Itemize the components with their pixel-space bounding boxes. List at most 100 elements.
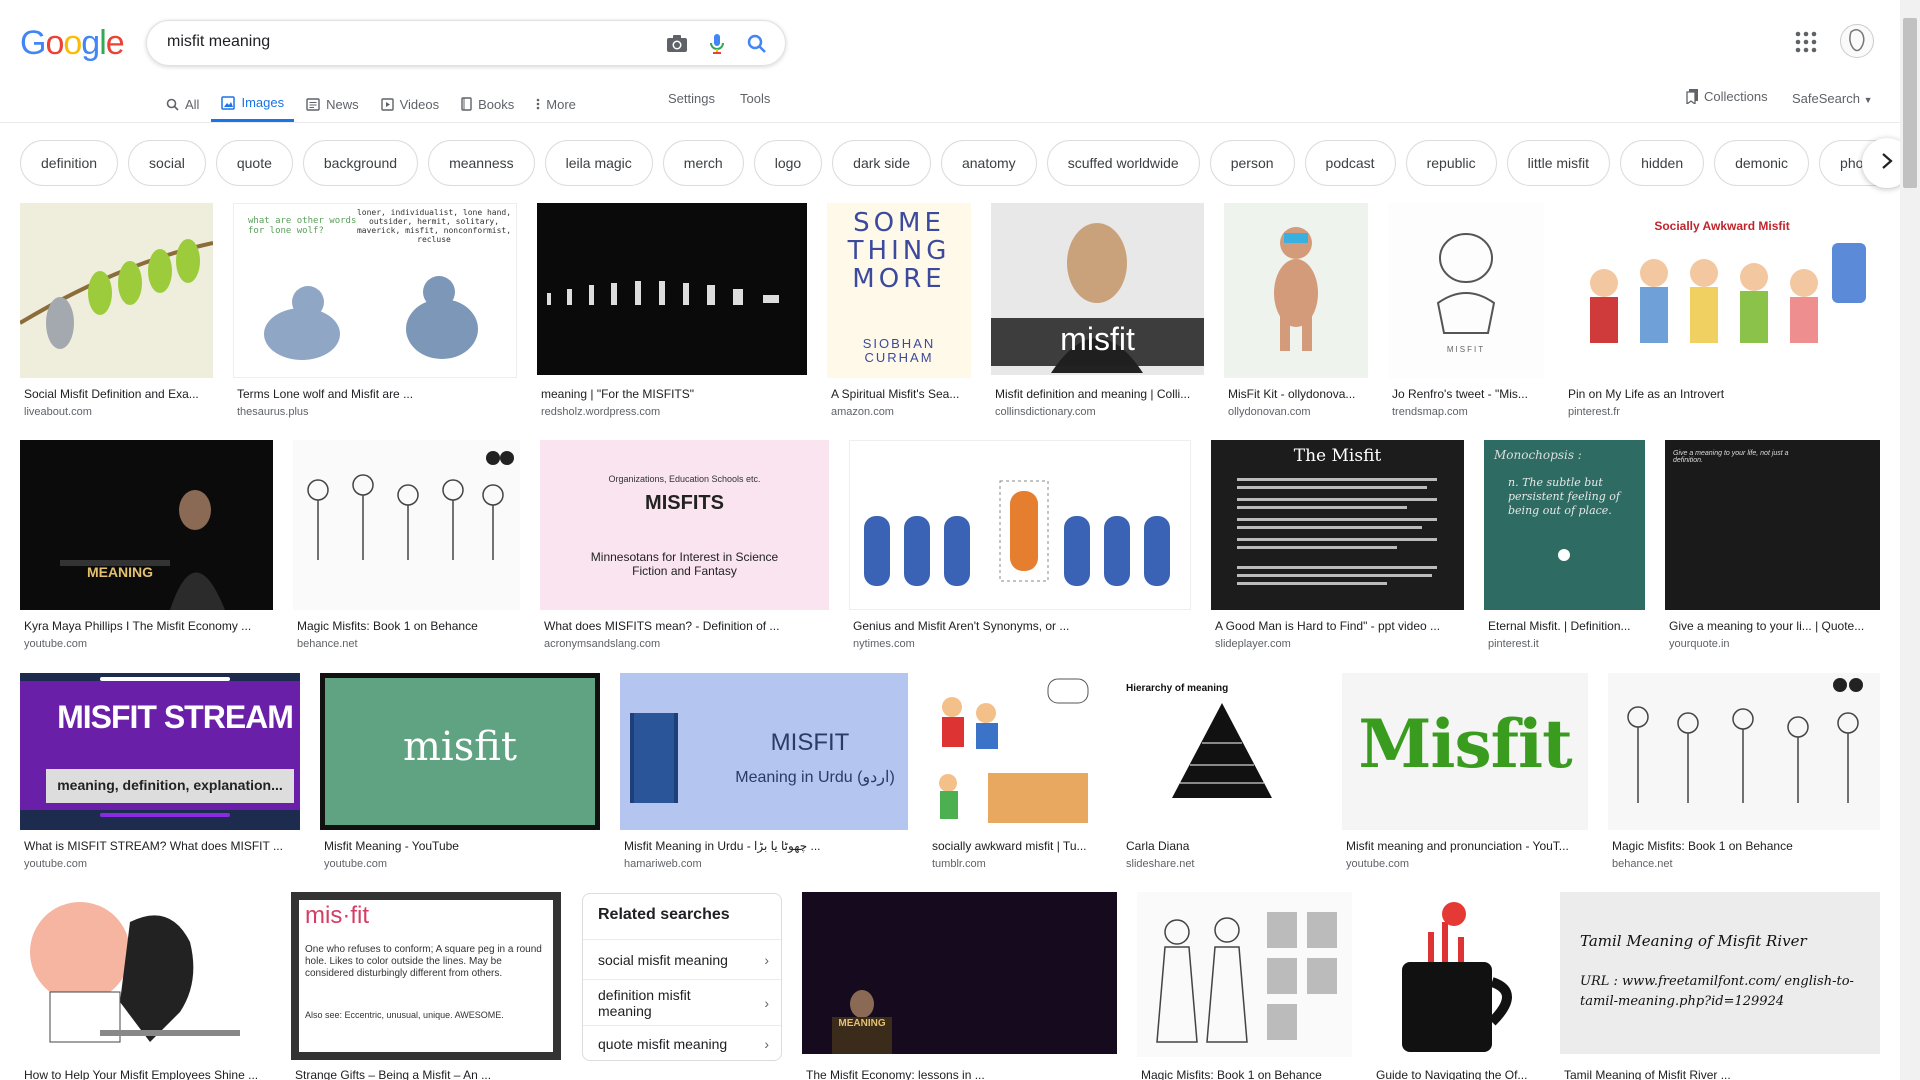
- result-caption[interactable]: What does MISFITS mean? - Definition of …: [544, 619, 829, 633]
- result-caption[interactable]: MisFit Kit - ollydonova...: [1228, 387, 1368, 401]
- image-result[interactable]: misfit Misfit Meaning - YouTube youtube.…: [320, 673, 600, 873]
- scrollbar-thumb[interactable]: [1903, 18, 1917, 188]
- result-caption[interactable]: Kyra Maya Phillips I The Misfit Economy …: [24, 619, 273, 633]
- result-caption[interactable]: Social Misfit Definition and Exa...: [24, 387, 213, 401]
- result-thumbnail[interactable]: MEANING: [20, 440, 273, 610]
- image-result[interactable]: How to Help Your Misfit Employees Shine …: [20, 892, 271, 1080]
- chip[interactable]: quote: [215, 140, 293, 186]
- result-thumbnail[interactable]: [849, 440, 1191, 610]
- result-thumbnail[interactable]: Misfit: [1342, 673, 1588, 830]
- result-caption[interactable]: Misfit meaning and pronunciation - YouT.…: [1346, 839, 1588, 853]
- result-thumbnail[interactable]: MEANING: [802, 892, 1117, 1054]
- search-icon[interactable]: [744, 31, 770, 57]
- related-search-item[interactable]: quote misfit meaning ›: [583, 1025, 781, 1061]
- chip[interactable]: merch: [662, 140, 744, 186]
- chip[interactable]: definition: [20, 140, 119, 186]
- settings-link[interactable]: Settings: [668, 91, 715, 106]
- tab-all[interactable]: All: [166, 86, 199, 122]
- chip[interactable]: logo: [753, 140, 823, 186]
- result-thumbnail[interactable]: Organizations, Education Schools etc. MI…: [540, 440, 829, 610]
- result-caption[interactable]: Misfit Meaning - YouTube: [324, 839, 600, 853]
- google-logo[interactable]: Google: [20, 24, 125, 63]
- result-thumbnail[interactable]: Give a meaning to your life, not just a …: [1665, 440, 1880, 610]
- result-thumbnail[interactable]: [20, 892, 271, 1057]
- chip[interactable]: social: [128, 140, 206, 186]
- tab-books[interactable]: Books: [461, 86, 514, 122]
- result-thumbnail[interactable]: what are other words for lone wolf? lone…: [233, 203, 517, 378]
- result-thumbnail[interactable]: [1608, 673, 1880, 830]
- result-caption[interactable]: Genius and Misfit Aren't Synonyms, or ..…: [853, 619, 1191, 633]
- apps-grid-icon[interactable]: [1794, 30, 1818, 54]
- result-caption[interactable]: Magic Misfits: Book 1 on Behance: [1612, 839, 1880, 853]
- chip[interactable]: anatomy: [940, 140, 1037, 186]
- result-thumbnail[interactable]: [537, 203, 807, 375]
- tab-news[interactable]: News: [306, 86, 359, 122]
- result-thumbnail[interactable]: misfit: [991, 203, 1204, 375]
- result-thumbnail[interactable]: [293, 440, 520, 610]
- chip[interactable]: dark side: [832, 140, 931, 186]
- chip[interactable]: republic: [1405, 140, 1497, 186]
- image-result[interactable]: socially awkward misfit | Tu... tumblr.c…: [928, 673, 1102, 873]
- image-result[interactable]: Magic Misfits: Book 1 on Behance behance…: [1608, 673, 1880, 873]
- chip[interactable]: hidden: [1620, 140, 1705, 186]
- chip[interactable]: meanness: [428, 140, 535, 186]
- avatar[interactable]: [1840, 24, 1874, 58]
- result-thumbnail[interactable]: Socially Awkward Misfit: [1564, 203, 1880, 378]
- result-thumbnail[interactable]: [1372, 892, 1540, 1057]
- result-caption[interactable]: What is MISFIT STREAM? What does MISFIT …: [24, 839, 300, 853]
- result-caption[interactable]: Tamil Meaning of Misfit River ...: [1564, 1068, 1880, 1080]
- result-caption[interactable]: Carla Diana: [1126, 839, 1322, 853]
- result-thumbnail[interactable]: MISFIT Meaning in Urdu (اردو): [620, 673, 908, 830]
- image-result[interactable]: mis·fit One who refuses to conform; A sq…: [291, 892, 561, 1080]
- result-thumbnail[interactable]: [20, 203, 213, 378]
- result-caption[interactable]: socially awkward misfit | Tu...: [932, 839, 1102, 853]
- image-result[interactable]: Socially Awkward Misfit Pin on My Life a…: [1564, 203, 1880, 423]
- image-result[interactable]: misfit Misfit definition and meaning | C…: [991, 203, 1204, 423]
- result-thumbnail[interactable]: Monochopsis : n. The subtle but persiste…: [1484, 440, 1645, 610]
- chip[interactable]: podcast: [1304, 140, 1396, 186]
- image-result[interactable]: MISFIT Jo Renfro's tweet - "Mis... trend…: [1388, 203, 1544, 423]
- microphone-icon[interactable]: [704, 31, 730, 57]
- result-caption[interactable]: Give a meaning to your li... | Quote...: [1669, 619, 1880, 633]
- image-result[interactable]: Give a meaning to your life, not just a …: [1665, 440, 1880, 655]
- image-result[interactable]: The Misfit A Good Man is Hard to Find" -…: [1211, 440, 1464, 655]
- result-thumbnail[interactable]: MISFIT STREAM meaning, definition, expla…: [20, 673, 300, 830]
- search-box[interactable]: [146, 20, 786, 66]
- result-thumbnail[interactable]: mis·fit One who refuses to conform; A sq…: [291, 892, 561, 1060]
- result-caption[interactable]: Guide to Navigating the Of...: [1376, 1068, 1540, 1080]
- chip[interactable]: background: [302, 140, 419, 186]
- related-search-item[interactable]: social misfit meaning ›: [583, 939, 781, 979]
- image-result[interactable]: Social Misfit Definition and Exa... live…: [20, 203, 213, 423]
- result-caption[interactable]: meaning | "For the MISFITS": [541, 387, 807, 401]
- result-thumbnail[interactable]: Hierarchy of meaning: [1122, 673, 1322, 830]
- image-result[interactable]: Misfit Misfit meaning and pronunciation …: [1342, 673, 1588, 873]
- result-caption[interactable]: Magic Misfits: Book 1 on Behance: [297, 619, 520, 633]
- image-result[interactable]: Guide to Navigating the Of...: [1372, 892, 1540, 1080]
- image-result[interactable]: Genius and Misfit Aren't Synonyms, or ..…: [849, 440, 1191, 655]
- image-result[interactable]: Tamil Meaning of Misfit River URL : www.…: [1560, 892, 1880, 1080]
- result-caption[interactable]: Strange Gifts – Being a Misfit – An ...: [295, 1068, 561, 1080]
- result-thumbnail[interactable]: SOME THING MORE SIOBHAN CURHAM: [827, 203, 971, 378]
- tools-link[interactable]: Tools: [740, 91, 770, 106]
- chip[interactable]: little misfit: [1506, 140, 1611, 186]
- chip[interactable]: scuffed worldwide: [1046, 140, 1200, 186]
- tab-videos[interactable]: Videos: [380, 86, 439, 122]
- image-result[interactable]: Monochopsis : n. The subtle but persiste…: [1484, 440, 1645, 655]
- image-result[interactable]: MEANING Kyra Maya Phillips I The Misfit …: [20, 440, 273, 655]
- image-result[interactable]: SOME THING MORE SIOBHAN CURHAM A Spiritu…: [827, 203, 971, 423]
- result-caption[interactable]: A Good Man is Hard to Find" - ppt video …: [1215, 619, 1464, 633]
- tab-more[interactable]: More: [536, 86, 576, 122]
- search-input[interactable]: [167, 33, 637, 51]
- result-thumbnail[interactable]: The Misfit: [1211, 440, 1464, 610]
- result-caption[interactable]: Eternal Misfit. | Definition...: [1488, 619, 1645, 633]
- result-caption[interactable]: Terms Lone wolf and Misfit are ...: [237, 387, 517, 401]
- result-caption[interactable]: A Spiritual Misfit's Sea...: [831, 387, 971, 401]
- image-result[interactable]: MISFIT Meaning in Urdu (اردو) Misfit Mea…: [620, 673, 908, 873]
- chip[interactable]: leila magic: [544, 140, 653, 186]
- image-result[interactable]: meaning | "For the MISFITS" redsholz.wor…: [537, 203, 807, 423]
- result-caption[interactable]: The Misfit Economy: lessons in ...: [806, 1068, 1117, 1080]
- result-caption[interactable]: Magic Misfits: Book 1 on Behance: [1141, 1068, 1352, 1080]
- result-thumbnail[interactable]: Tamil Meaning of Misfit River URL : www.…: [1560, 892, 1880, 1054]
- image-result[interactable]: MISFIT STREAM meaning, definition, expla…: [20, 673, 300, 873]
- result-thumbnail[interactable]: MISFIT: [1388, 203, 1544, 378]
